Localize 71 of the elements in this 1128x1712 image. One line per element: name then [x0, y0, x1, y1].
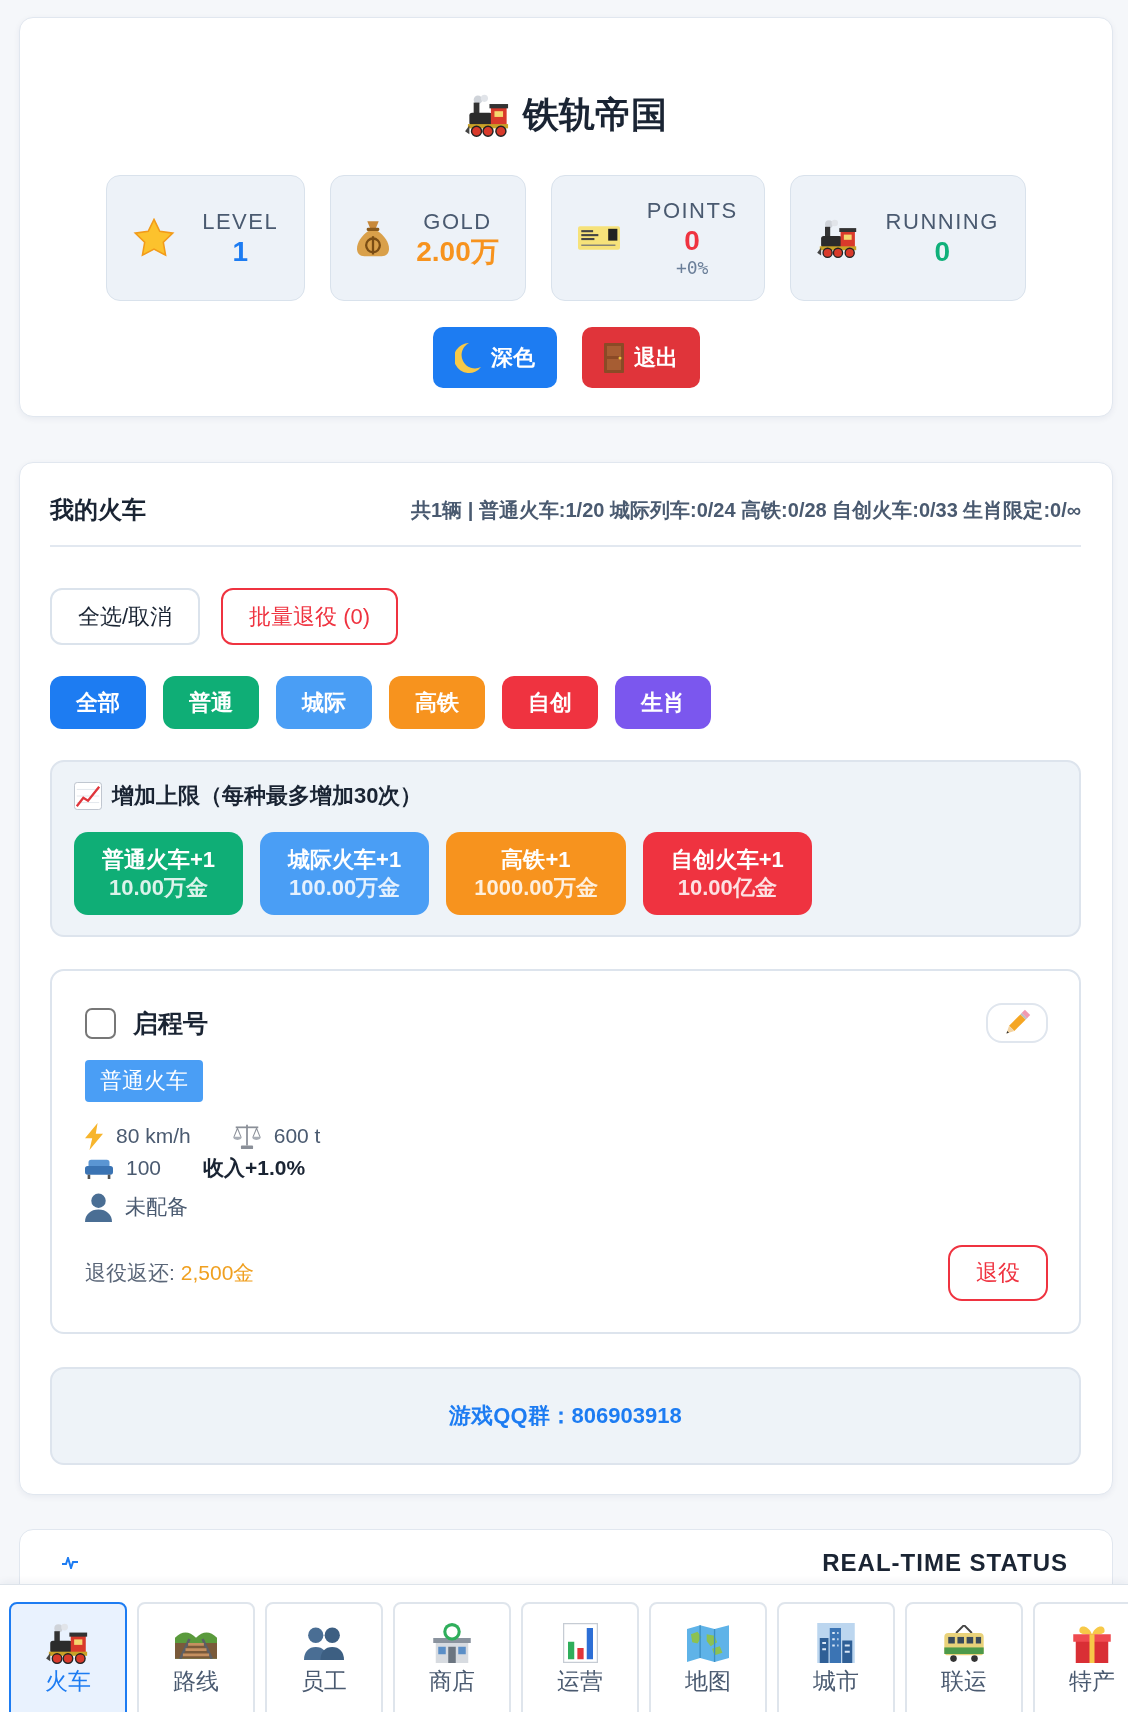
filter-chip[interactable]: 城际	[276, 676, 372, 729]
person-icon	[85, 1192, 112, 1222]
stat-label: RUNNING	[885, 208, 999, 236]
pulse-icon	[62, 1557, 78, 1569]
retire-button[interactable]: 退役	[948, 1245, 1048, 1301]
stat-bonus: +0%	[675, 257, 709, 279]
store-icon	[432, 1623, 472, 1663]
stat-value: 1	[232, 236, 248, 268]
logout-button[interactable]: 退出	[581, 327, 700, 388]
bar-chart-icon	[562, 1623, 598, 1663]
weight-text: 600 t	[273, 1123, 321, 1149]
nav-tab[interactable]: 特产	[1033, 1602, 1128, 1712]
section-title: 我的火车	[50, 495, 146, 525]
nav-tab[interactable]: 运营	[521, 1602, 639, 1712]
lightning-icon	[85, 1122, 103, 1150]
checkbox[interactable]	[85, 1007, 116, 1039]
upgrade-button[interactable]: 普通火车+1 10.00万金	[74, 832, 244, 915]
gift-icon	[1072, 1623, 1112, 1663]
qq-group-banner: 游戏QQ群：806903918	[50, 1367, 1081, 1465]
stat-label: GOLD	[423, 208, 492, 236]
nav-tab[interactable]: 地图	[649, 1602, 767, 1712]
speed-text: 80 km/h	[116, 1123, 191, 1149]
ticket-icon	[577, 226, 620, 250]
batch-retire-button[interactable]: 批量退役 (0)	[221, 588, 399, 645]
stat-label: POINTS	[646, 197, 738, 225]
door-icon	[603, 342, 624, 373]
crew-text: 未配备	[125, 1194, 188, 1220]
money-bag-icon	[357, 219, 390, 257]
upgrade-button[interactable]: 城际火车+1 100.00万金	[260, 832, 430, 915]
filter-chip[interactable]: 普通	[163, 676, 259, 729]
seat-icon	[85, 1157, 113, 1179]
stat-label: LEVEL	[202, 208, 279, 236]
train-type-tag: 普通火车	[85, 1060, 203, 1102]
refund-amount: 2,500金	[180, 1260, 255, 1286]
moon-icon	[454, 342, 481, 373]
train-icon	[46, 1622, 90, 1664]
line-chart-icon	[74, 782, 102, 810]
seats-text: 100	[126, 1155, 162, 1181]
map-icon	[687, 1624, 729, 1662]
nav-tab[interactable]: 城市	[777, 1602, 895, 1712]
income-text: 收入+1.0%	[203, 1155, 306, 1181]
train-name: 启程号	[133, 1008, 208, 1039]
nav-tab[interactable]: 火车	[9, 1602, 127, 1712]
stat-value: 0	[684, 225, 700, 257]
train-summary: 共1辆 | 普通火车:1/20 城际列车:0/24 高铁:0/28 自创火车:0/33 生肖限定:0/∞	[411, 497, 1081, 523]
theme-button[interactable]: 深色	[432, 327, 557, 388]
train-icon	[816, 218, 859, 258]
upgrade-button[interactable]: 自创火车+1 10.00亿金	[642, 832, 812, 915]
tram-icon	[943, 1624, 985, 1662]
pencil-icon	[1003, 1009, 1031, 1037]
stat-value: 2.00万	[416, 236, 499, 268]
nav-tab[interactable]: 员工	[265, 1602, 383, 1712]
scales-icon	[232, 1123, 261, 1149]
upgrade-button[interactable]: 高铁+1 1000.00万金	[446, 832, 626, 915]
filter-chip[interactable]: 高铁	[389, 676, 485, 729]
train-icon	[465, 93, 511, 137]
filter-chip[interactable]: 全部	[50, 676, 146, 729]
upgrade-title: 增加上限（每种最多增加30次）	[112, 782, 423, 810]
stat-value: 0	[934, 236, 950, 268]
nav-tab[interactable]: 路线	[137, 1602, 255, 1712]
refund-label: 退役返还:	[85, 1260, 175, 1286]
nav-tab[interactable]: 商店	[393, 1602, 511, 1712]
filter-chip[interactable]: 自创	[502, 676, 598, 729]
select-all-button[interactable]: 全选/取消	[50, 588, 201, 645]
filter-chip[interactable]: 生肖	[615, 676, 711, 729]
nav-tab[interactable]: 联运	[905, 1602, 1023, 1712]
city-icon	[817, 1623, 855, 1663]
status-title: REAL-TIME STATUS	[822, 1549, 1068, 1577]
star-icon	[133, 217, 176, 259]
app-title: 铁轨帝国	[523, 93, 667, 137]
people-icon	[304, 1626, 344, 1660]
